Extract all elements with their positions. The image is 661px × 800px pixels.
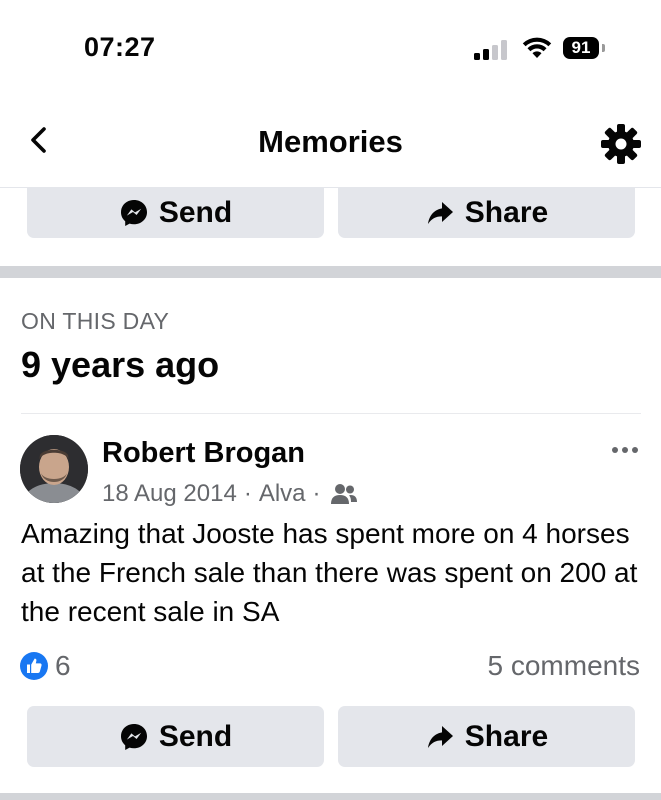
section-separator [0, 266, 661, 278]
send-label: Send [158, 719, 233, 753]
messenger-icon [120, 723, 147, 750]
friends-icon [330, 484, 357, 504]
messenger-icon [120, 199, 147, 226]
send-label: Send [158, 195, 233, 229]
nav-bar: Memories [0, 95, 661, 188]
post-author[interactable]: Robert Brogan [102, 437, 305, 470]
post-location[interactable]: Alva [259, 480, 306, 508]
share-label: Share [464, 195, 549, 229]
send-button[interactable]: Send [27, 706, 324, 767]
more-options-icon[interactable] [610, 443, 640, 457]
share-label: Share [464, 719, 549, 753]
status-time: 07:27 [84, 32, 156, 62]
page-title: Memories [258, 124, 403, 159]
share-button[interactable]: Share [338, 706, 635, 767]
section-separator [0, 793, 661, 800]
signal-icon [474, 40, 507, 60]
wifi-icon [522, 37, 552, 58]
avatar[interactable] [20, 435, 88, 503]
section-label: ON THIS DAY [21, 308, 170, 334]
battery-icon: 91 [563, 37, 609, 61]
post-date[interactable]: 18 Aug 2014 [102, 480, 237, 508]
post-meta: 18 Aug 2014 · Alva · [102, 480, 358, 508]
post-text: Amazing that Jooste has spent more on 4 … [21, 518, 638, 627]
share-arrow-icon [427, 201, 453, 224]
years-ago-heading: 9 years ago [21, 344, 220, 385]
battery-level: 91 [563, 37, 599, 59]
share-arrow-icon [427, 725, 453, 748]
send-button-top[interactable]: Send [27, 187, 324, 238]
like-icon[interactable] [20, 652, 48, 680]
status-bar: 07:27 91 [0, 0, 661, 95]
like-count[interactable]: 6 [55, 650, 71, 682]
divider [21, 413, 641, 414]
share-button-top[interactable]: Share [338, 187, 635, 238]
comments-count[interactable]: 5 comments [488, 650, 641, 682]
gear-icon[interactable] [599, 122, 643, 166]
